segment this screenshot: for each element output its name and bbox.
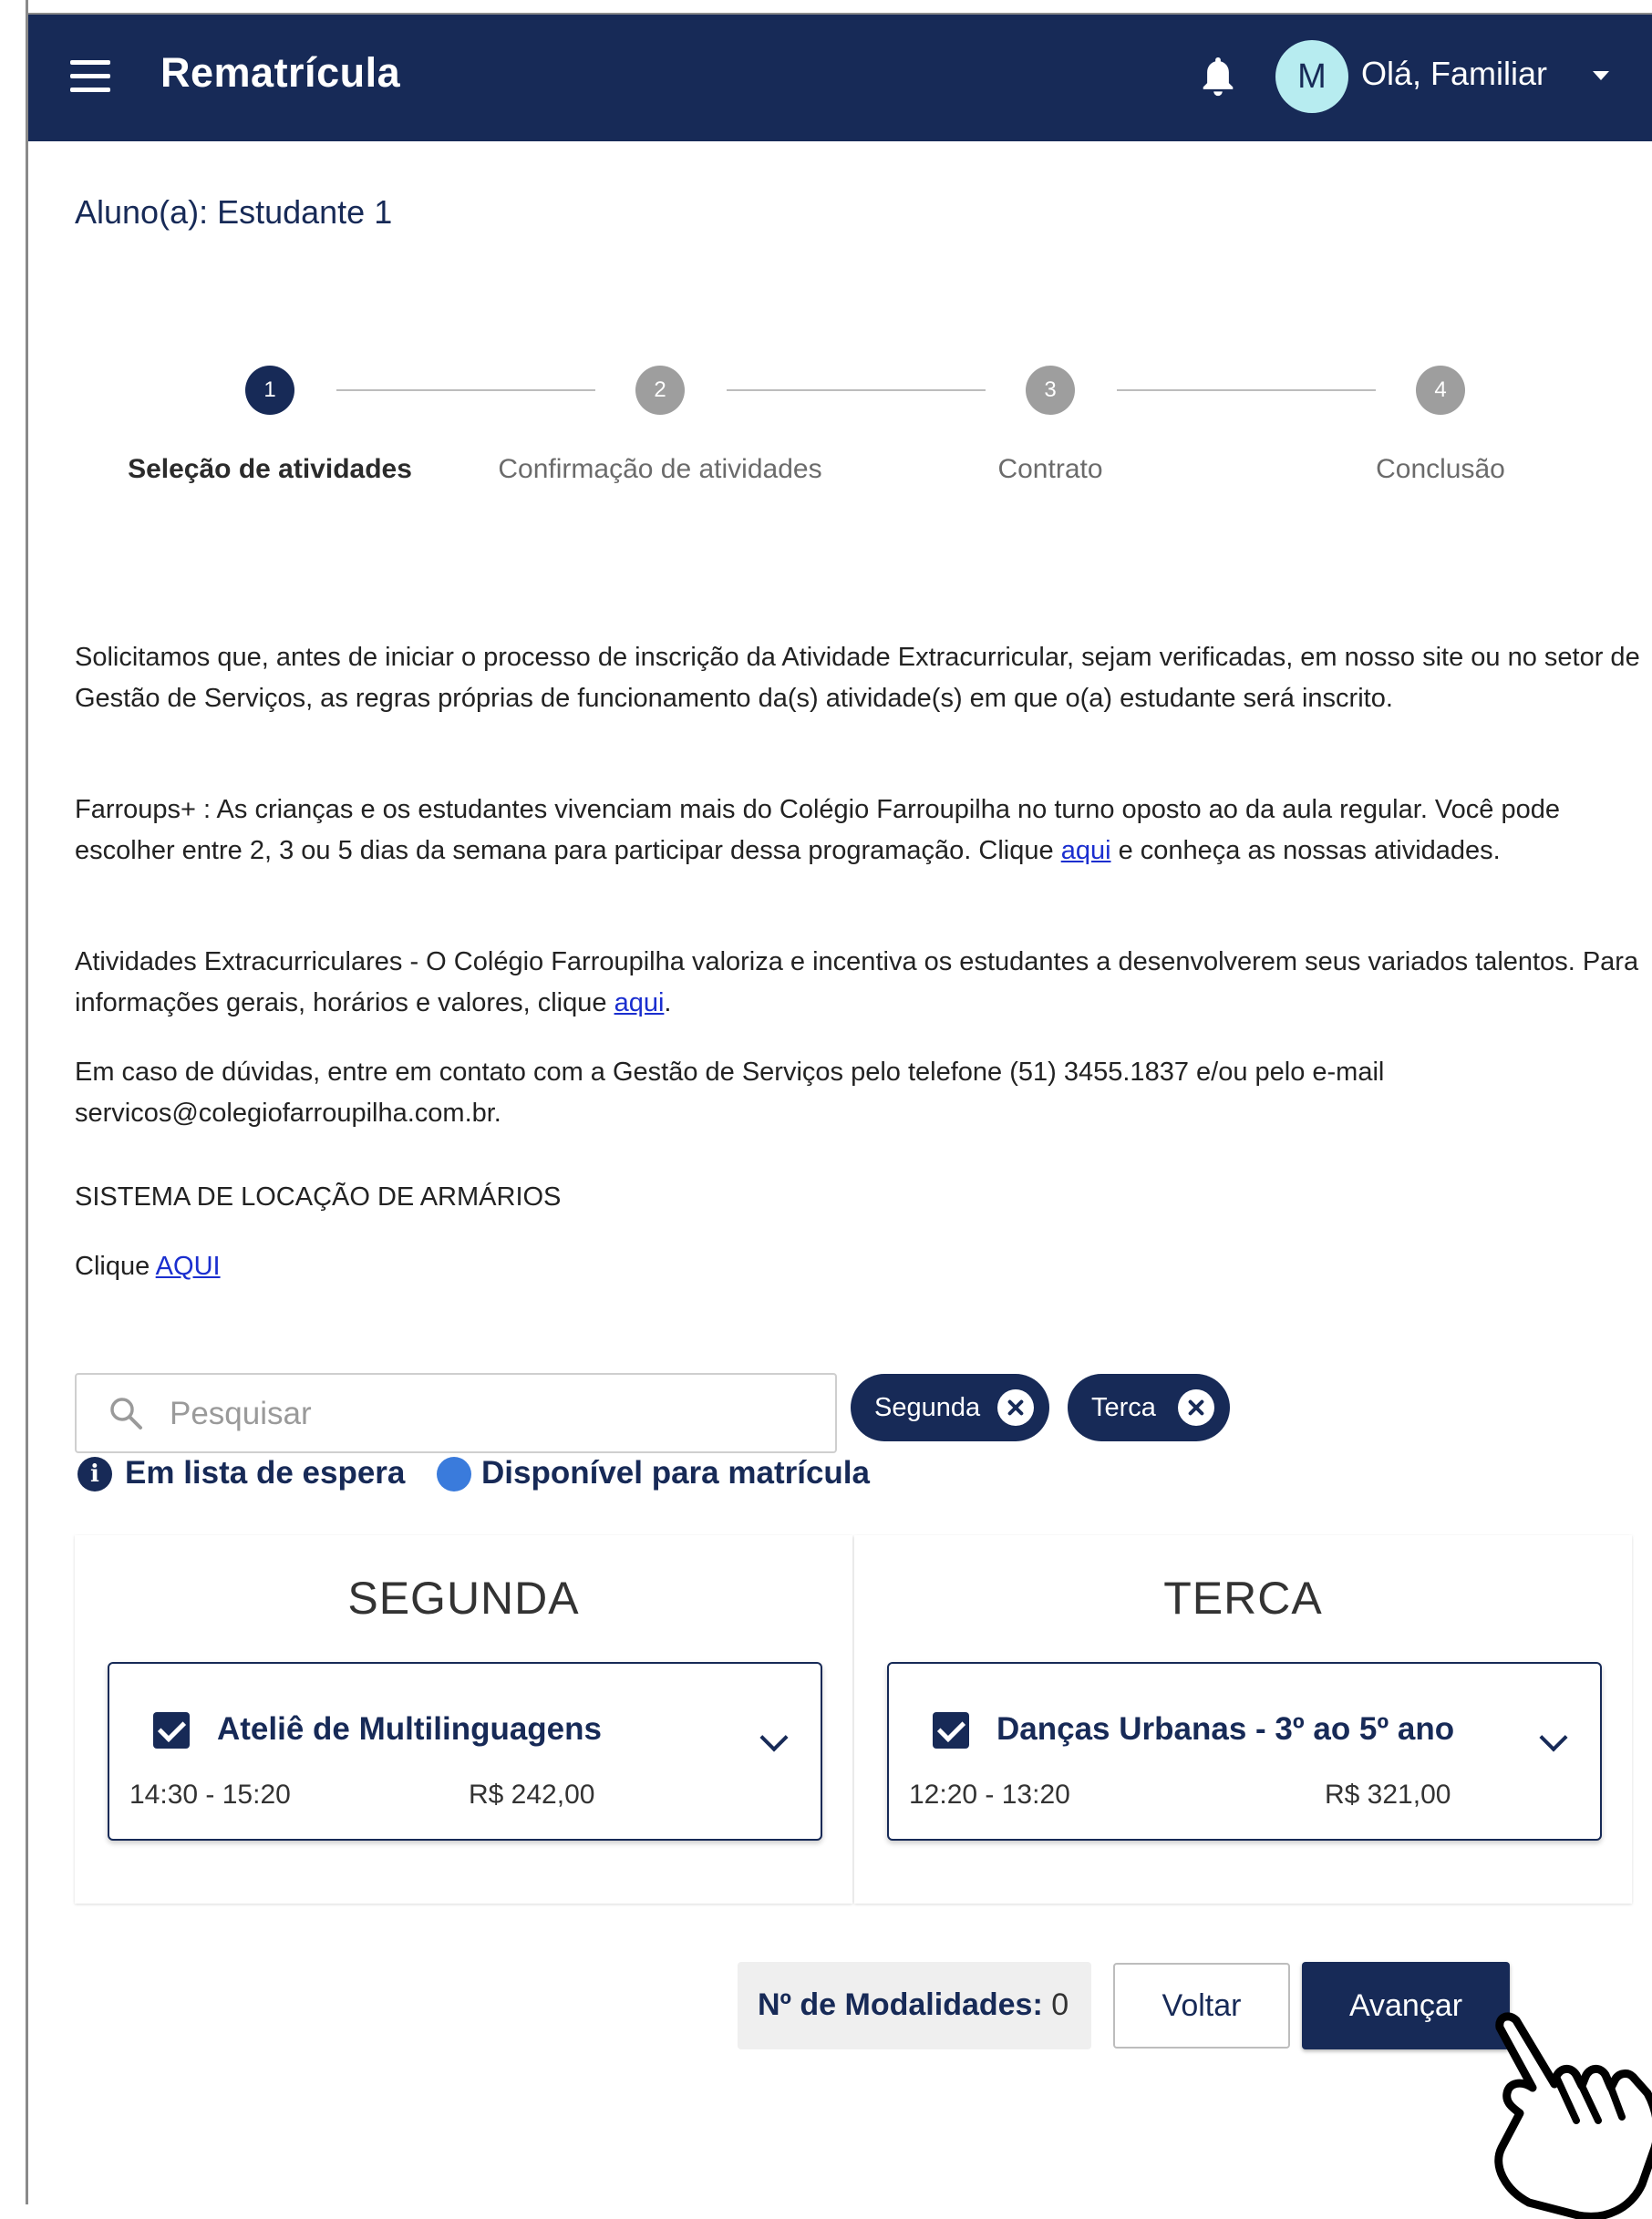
activity-time: 14:30 - 15:20 (129, 1780, 291, 1810)
day-column-terca: TERCA Danças Urbanas - 3º ao 5º ano 12:2… (854, 1535, 1632, 1904)
activity-card[interactable]: Ateliê de Multilinguagens 14:30 - 15:20 … (108, 1662, 822, 1841)
available-dot-icon (437, 1457, 471, 1491)
day-column-segunda: SEGUNDA Ateliê de Multilinguagens 14:30 … (75, 1535, 852, 1904)
activity-checkbox[interactable] (933, 1712, 969, 1749)
caret-down-icon[interactable] (1593, 71, 1609, 80)
column-title: SEGUNDA (347, 1573, 580, 1624)
step-3-label: Contrato (997, 454, 1103, 484)
search-box[interactable] (75, 1373, 837, 1453)
locker-text: Clique (75, 1252, 156, 1281)
page-title: Rematrícula (160, 49, 401, 96)
close-icon[interactable] (1178, 1389, 1214, 1426)
farroups-paragraph: Farroups+ : As crianças e os estudantes … (75, 790, 1643, 872)
legend-available: Disponível para matrícula (481, 1455, 870, 1491)
legend-waitlist: Em lista de espera (125, 1455, 406, 1491)
farroups-link[interactable]: aqui (1061, 836, 1111, 865)
modalities-count: Nº de Modalidades: 0 (758, 1987, 1069, 2023)
extracurricular-paragraph: Atividades Extracurriculares - O Colégio… (75, 942, 1643, 1024)
user-greeting[interactable]: Olá, Familiar (1361, 55, 1547, 93)
step-4-indicator: 4 (1416, 366, 1465, 415)
step-connector (727, 389, 986, 391)
activity-name: Danças Urbanas - 3º ao 5º ano (996, 1711, 1455, 1747)
step-3-indicator: 3 (1026, 366, 1075, 415)
step-1-indicator: 1 (245, 366, 294, 415)
extracurricular-text-end: . (664, 988, 672, 1017)
locker-link[interactable]: AQUI (156, 1252, 221, 1281)
activity-card[interactable]: Danças Urbanas - 3º ao 5º ano 12:20 - 13… (887, 1662, 1602, 1841)
pointer-hand-icon (1494, 2012, 1652, 2219)
filter-chip-terca[interactable]: Terca (1068, 1374, 1230, 1441)
step-connector (336, 389, 595, 391)
locker-paragraph: Clique AQUI (75, 1246, 1643, 1287)
menu-icon[interactable] (70, 60, 110, 93)
activity-name: Ateliê de Multilinguagens (217, 1711, 602, 1747)
column-title: TERCA (1163, 1573, 1323, 1624)
search-icon (110, 1398, 142, 1429)
app-bar: Rematrícula M Olá, Familiar (28, 15, 1652, 141)
modalities-count-value: 0 (1051, 1987, 1069, 2022)
search-input[interactable] (168, 1389, 810, 1439)
step-2-label: Confirmação de atividades (498, 454, 822, 484)
contact-paragraph: Em caso de dúvidas, entre em contato com… (75, 1058, 1385, 1128)
step-2-indicator: 2 (635, 366, 685, 415)
bell-icon[interactable] (1197, 55, 1239, 100)
modalities-counter: Nº de Modalidades: 0 (738, 1962, 1091, 2049)
student-label: Aluno(a): Estudante 1 (75, 193, 393, 231)
page: Rematrícula M Olá, Familiar Aluno(a): Es… (28, 15, 1652, 2219)
info-icon: i (77, 1457, 112, 1491)
locker-heading: SISTEMA DE LOCAÇÃO DE ARMÁRIOS (75, 1182, 562, 1212)
step-connector (1117, 389, 1376, 391)
extracurricular-text: Atividades Extracurriculares - O Colégio… (75, 947, 1639, 1017)
chevron-down-icon[interactable] (1539, 1723, 1568, 1752)
back-button[interactable]: Voltar (1113, 1963, 1290, 2049)
window-frame-top (26, 0, 1652, 15)
activity-time: 12:20 - 13:20 (909, 1780, 1070, 1810)
filter-chip-segunda[interactable]: Segunda (851, 1374, 1049, 1441)
modalities-count-label: Nº de Modalidades: (758, 1987, 1043, 2022)
chip-label: Segunda (874, 1393, 981, 1422)
chip-label: Terca (1091, 1393, 1156, 1422)
activity-price: R$ 321,00 (1325, 1780, 1451, 1810)
activity-price: R$ 242,00 (469, 1780, 595, 1810)
activity-checkbox[interactable] (153, 1712, 190, 1749)
info-paragraph: Solicitamos que, antes de iniciar o proc… (75, 643, 1640, 713)
avatar[interactable]: M (1275, 40, 1348, 113)
close-icon[interactable] (997, 1389, 1034, 1426)
chevron-down-icon[interactable] (759, 1723, 789, 1752)
extracurricular-link[interactable]: aqui (614, 988, 665, 1017)
step-4-label: Conclusão (1376, 454, 1505, 484)
farroups-text-end: e conheça as nossas atividades. (1110, 836, 1501, 865)
step-1-label: Seleção de atividades (128, 454, 412, 484)
